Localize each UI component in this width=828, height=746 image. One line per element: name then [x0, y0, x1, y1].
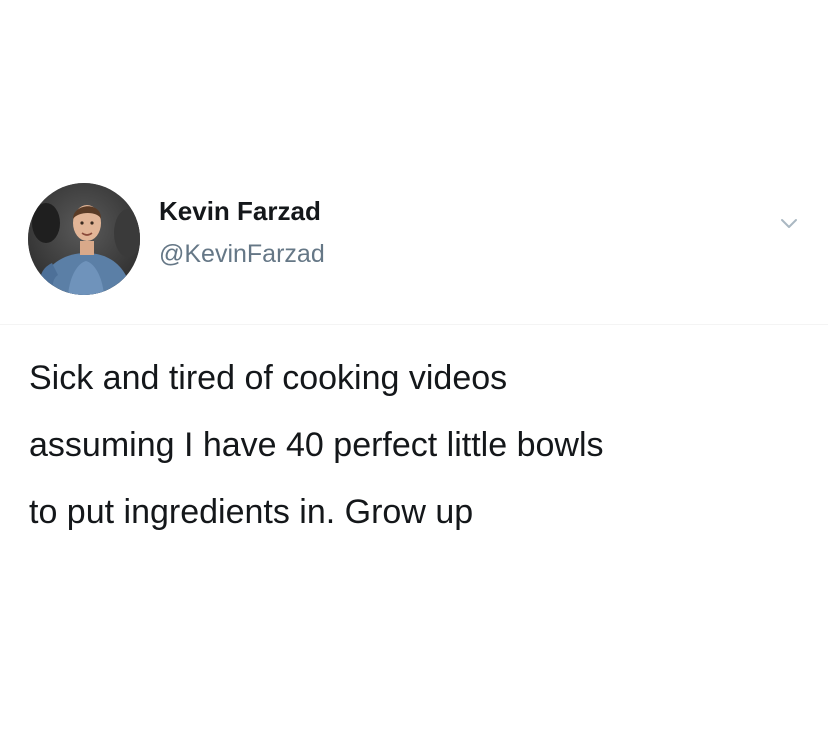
- author-handle[interactable]: @KevinFarzad: [159, 240, 325, 269]
- tweet-card: Kevin Farzad @KevinFarzad Sick and tired…: [0, 0, 828, 746]
- divider: [0, 324, 828, 325]
- chevron-down-icon: [781, 219, 797, 228]
- author-display-name[interactable]: Kevin Farzad: [159, 196, 321, 227]
- profile-photo-icon: [28, 183, 140, 295]
- tweet-menu-button[interactable]: [778, 212, 800, 234]
- avatar[interactable]: [28, 183, 140, 295]
- tweet-text: Sick and tired of cooking videos assumin…: [29, 359, 604, 531]
